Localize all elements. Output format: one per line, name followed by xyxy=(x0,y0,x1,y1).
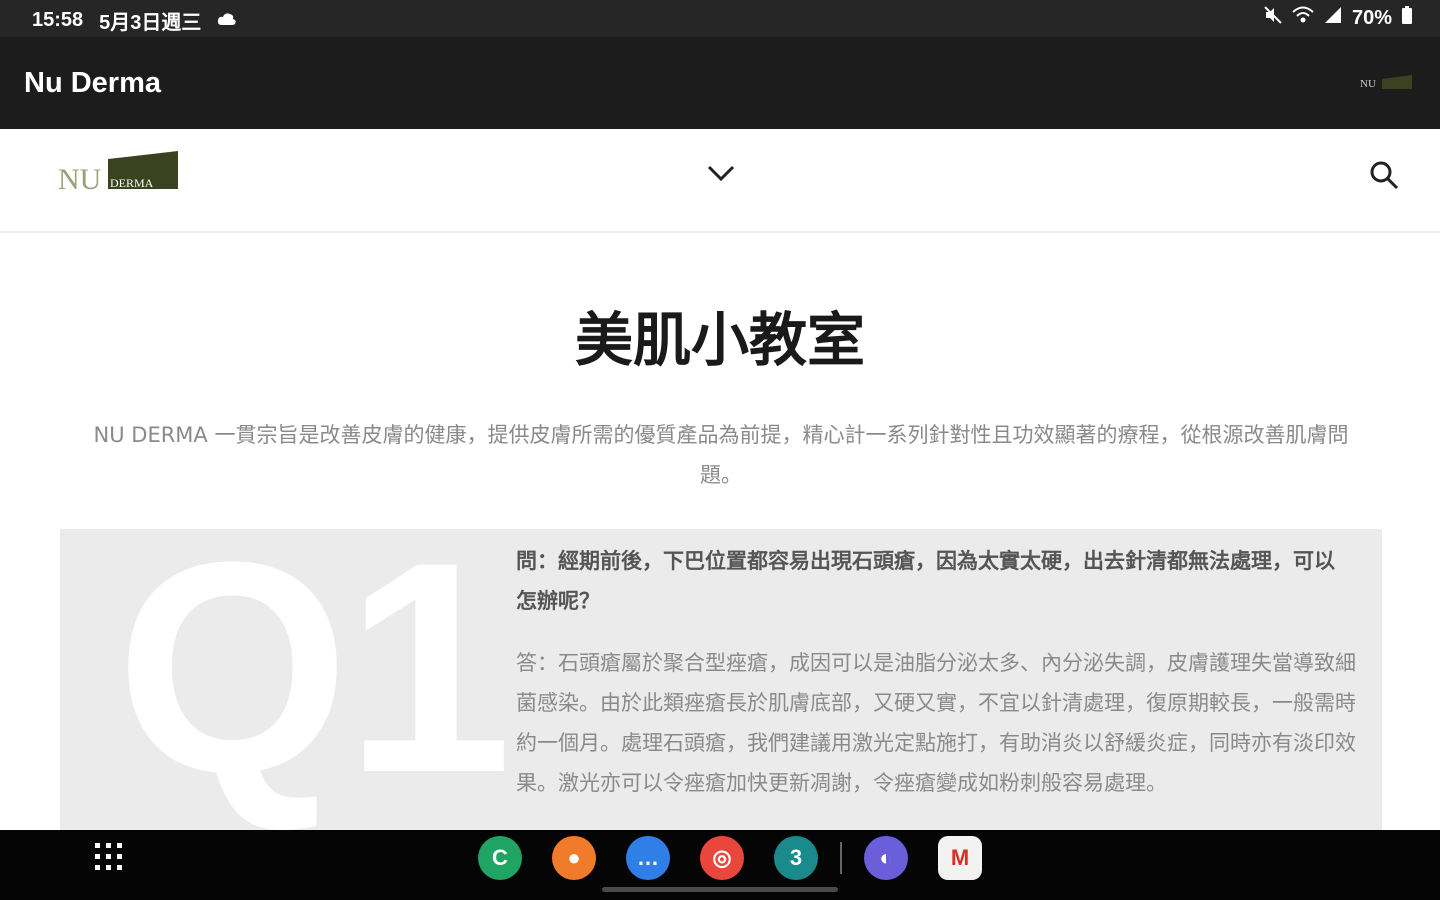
battery-icon xyxy=(1402,6,1412,30)
phone-app-icon[interactable]: C xyxy=(478,836,522,880)
intro-text: NU DERMA 一貫宗旨是改善皮膚的健康，提供皮膚所需的優質產品為前提，精心計… xyxy=(93,423,1349,487)
gmail-app-icon[interactable]: M xyxy=(938,836,982,880)
status-date: 5月3日週三 xyxy=(99,12,202,34)
faq-question: 問：經期前後，下巴位置都容易出現石頭瘡，因為太實太硬，出去針清都無法處理，可以怎… xyxy=(516,549,1335,613)
app-title: Nu Derma xyxy=(24,67,161,99)
app-bar: Nu Derma NU xyxy=(0,37,1440,129)
status-bar: 15:58 5月3日週三 70% xyxy=(0,0,1440,37)
logo-nu-text: NU xyxy=(58,163,102,193)
signal-icon xyxy=(1324,6,1342,30)
nu-derma-logo[interactable]: NU DERMA xyxy=(58,151,180,193)
chrome-app-icon[interactable]: ◎ xyxy=(700,836,744,880)
svg-text:NU: NU xyxy=(1360,78,1376,89)
app-bar-logo: NU xyxy=(1360,75,1412,89)
search-icon[interactable] xyxy=(1368,159,1400,191)
page-title: 美肌小教室 xyxy=(574,306,865,374)
dock-apps: C ● … ◎ 3 ◐ M xyxy=(478,836,982,880)
wifi-icon xyxy=(1292,6,1314,30)
dock-separator xyxy=(840,842,842,874)
messages-app-icon[interactable]: … xyxy=(626,836,670,880)
apps-grid-icon[interactable] xyxy=(94,842,124,872)
taskbar-dock: C ● … ◎ 3 ◐ M xyxy=(0,830,1440,900)
faq-number: Q1 xyxy=(116,529,512,830)
battery-level: 70% xyxy=(1351,6,1392,29)
internet-app-icon[interactable]: ◐ xyxy=(864,836,908,880)
status-time: 15:58 xyxy=(32,9,84,31)
cloud-icon xyxy=(217,9,237,32)
faq-answer: 答：石頭瘡屬於聚合型痤瘡，成因可以是油脂分泌太多、內分泌失調，皮膚護理失當導致細… xyxy=(516,651,1356,795)
calendar-app-icon[interactable]: 3 xyxy=(774,836,818,880)
site-header: NU DERMA xyxy=(0,129,1440,233)
logo-derma-text: DERMA xyxy=(110,176,154,190)
home-indicator[interactable] xyxy=(602,887,838,892)
mute-icon xyxy=(1264,6,1282,30)
chevron-down-icon[interactable] xyxy=(706,163,736,183)
contacts-app-icon[interactable]: ● xyxy=(552,836,596,880)
main-content: 美肌小教室 NU DERMA 一貫宗旨是改善皮膚的健康，提供皮膚所需的優質產品為… xyxy=(0,235,1440,830)
faq-card: Q1 問：經期前後，下巴位置都容易出現石頭瘡，因為太實太硬，出去針清都無法處理，… xyxy=(60,529,1382,830)
